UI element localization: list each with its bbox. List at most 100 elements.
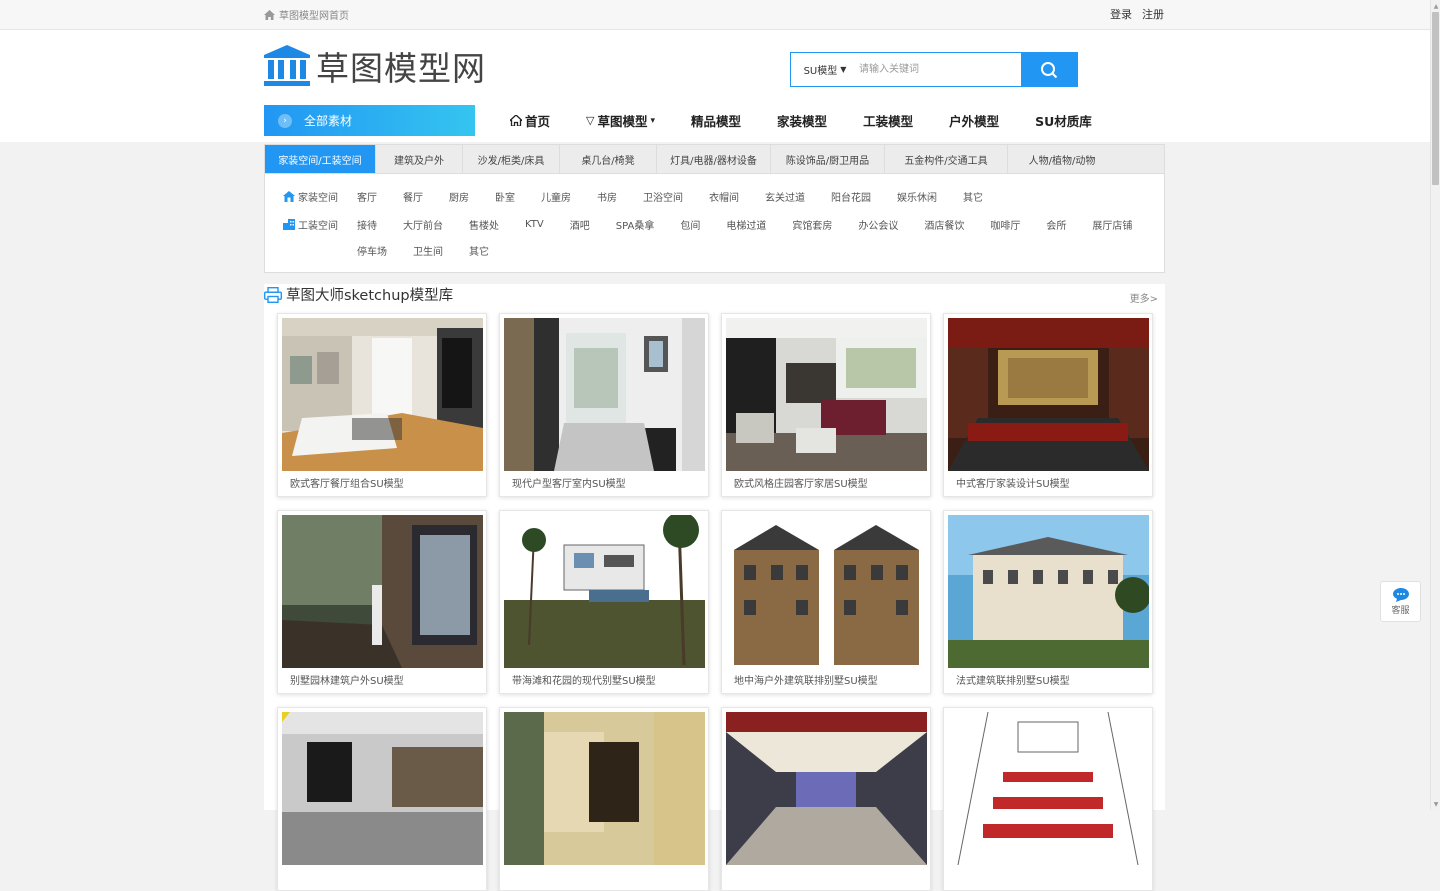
nav-home-decor-models[interactable]: 家装模型 — [777, 111, 827, 130]
site-logo[interactable]: 草图模型网 — [264, 42, 486, 90]
search-input[interactable] — [859, 53, 1021, 86]
model-title: 带海滩和花园的现代别墅SU模型 — [512, 676, 656, 687]
subcat-link[interactable]: 酒店餐饮 — [924, 217, 964, 232]
subcat-link[interactable]: 卫生间 — [413, 243, 443, 258]
work-space-head[interactable]: 工装空间 — [283, 217, 357, 232]
subcat-link[interactable]: 会所 — [1046, 217, 1066, 232]
tab-architecture-outdoor[interactable]: 建筑及户外 — [376, 145, 463, 173]
subcat-link[interactable]: 包间 — [680, 217, 700, 232]
subcat-link[interactable]: 儿童房 — [541, 189, 571, 204]
subcat-link[interactable]: 书房 — [597, 189, 617, 204]
tab-table-chair[interactable]: 桌几台/椅凳 — [560, 145, 657, 173]
subcat-link[interactable]: 停车场 — [357, 243, 387, 258]
work-space-row: 工装空间 接待 大厅前台 售楼处 KTV 酒吧 SPA桑拿 包间 电梯过道 宾馆… — [283, 217, 1158, 232]
subcat-link[interactable]: 餐厅 — [403, 189, 423, 204]
model-title: 现代户型客厅室内SU模型 — [512, 479, 626, 490]
diamond-icon: ▽ — [586, 114, 595, 127]
model-thumbnail — [726, 318, 927, 471]
model-card[interactable] — [277, 707, 487, 891]
subcat-link[interactable]: 接待 — [357, 217, 377, 232]
model-card[interactable]: 欧式风格庄园客厅家居SU模型 — [721, 313, 931, 497]
more-link[interactable]: 更多> — [1130, 290, 1158, 305]
subcat-link[interactable]: 衣帽间 — [709, 189, 739, 204]
subcat-link[interactable]: 其它 — [469, 243, 489, 258]
model-card[interactable] — [721, 707, 931, 891]
model-card[interactable]: 现代户型客厅室内SU模型 — [499, 313, 709, 497]
subcat-link[interactable]: 娱乐休闲 — [897, 189, 937, 204]
search-button[interactable] — [1021, 53, 1077, 86]
subcat-link[interactable]: 电梯过道 — [726, 217, 766, 232]
top-bar: 草图模型网首页 登录 注册 — [0, 0, 1430, 30]
model-thumbnail — [504, 712, 705, 865]
subcat-link[interactable]: 宾馆套房 — [792, 217, 832, 232]
subcat-link[interactable]: KTV — [525, 219, 544, 230]
subcat-link[interactable]: 卫浴空间 — [643, 189, 683, 204]
bank-icon — [264, 45, 310, 86]
scroll-thumb[interactable] — [1432, 12, 1439, 185]
subcat-link[interactable]: 办公会议 — [858, 217, 898, 232]
model-card[interactable] — [943, 707, 1153, 891]
subcat-link[interactable]: 售楼处 — [469, 217, 499, 232]
all-materials-button[interactable]: › 全部素材 — [264, 105, 475, 136]
subcat-link[interactable]: SPA桑拿 — [616, 217, 655, 232]
nav-sketch-models[interactable]: ▽ 草图模型 ▾ — [586, 111, 655, 130]
model-thumbnail — [726, 515, 927, 668]
subcat-link[interactable]: 玄关过道 — [765, 189, 805, 204]
subcat-link[interactable]: 卧室 — [495, 189, 515, 204]
nav-commercial-models[interactable]: 工装模型 — [863, 111, 913, 130]
chevron-right-icon: › — [278, 113, 292, 128]
work-space-label: 工装空间 — [298, 221, 338, 232]
scroll-down-icon[interactable]: ▼ — [1432, 799, 1440, 809]
model-thumbnail — [504, 318, 705, 471]
tab-sofa-cabinet-bed[interactable]: 沙发/柜类/床具 — [463, 145, 560, 173]
home-icon — [510, 115, 522, 126]
subcat-link[interactable]: 展厅店铺 — [1092, 217, 1132, 232]
tab-interior-commercial[interactable]: 家装空间/工装空间 — [265, 145, 376, 173]
tab-decor-kitchen-bath[interactable]: 陈设饰品/厨卫用品 — [771, 145, 885, 173]
page-scrollbar[interactable]: ▲ ▼ — [1430, 0, 1440, 810]
tab-lights-appliances[interactable]: 灯具/电器/器材设备 — [657, 145, 771, 173]
header: 草图模型网 SU模型 ▼ › 全部素材 首页 ▽ 草图模型 ▾ 精品模型 家装模… — [0, 30, 1430, 142]
register-link[interactable]: 注册 — [1142, 6, 1164, 22]
model-card[interactable]: 别墅园林建筑户外SU模型 — [277, 510, 487, 694]
model-title: 地中海户外建筑联排别墅SU模型 — [734, 676, 878, 687]
model-thumbnail — [726, 712, 927, 865]
model-title: 欧式风格庄园客厅家居SU模型 — [734, 479, 868, 490]
tab-hardware-vehicles[interactable]: 五金构件/交通工具 — [885, 145, 1008, 173]
customer-service-label: 客服 — [1391, 605, 1410, 616]
model-title: 法式建筑联排别墅SU模型 — [956, 676, 1070, 687]
model-card[interactable]: 中式客厅家装设计SU模型 — [943, 313, 1153, 497]
subcat-link[interactable]: 大厅前台 — [403, 217, 443, 232]
model-card[interactable]: 带海滩和花园的现代别墅SU模型 — [499, 510, 709, 694]
model-card[interactable]: 地中海户外建筑联排别墅SU模型 — [721, 510, 931, 694]
model-title: 中式客厅家装设计SU模型 — [956, 479, 1070, 490]
model-thumbnail — [282, 515, 483, 668]
tab-people-plants-animals[interactable]: 人物/植物/动物 — [1008, 145, 1116, 173]
scroll-up-icon[interactable]: ▲ — [1432, 1, 1440, 11]
nav-premium-models[interactable]: 精品模型 — [691, 111, 741, 130]
subcat-link[interactable]: 酒吧 — [570, 217, 590, 232]
section-title-text: 草图大师sketchup模型库 — [286, 288, 454, 304]
section-title: 草图大师sketchup模型库 — [264, 284, 453, 305]
nav-home-label: 首页 — [525, 114, 551, 129]
model-card[interactable]: 欧式客厅餐厅组合SU模型 — [277, 313, 487, 497]
work-space-row-2: 停车场 卫生间 其它 — [357, 243, 515, 258]
subcat-link[interactable]: 客厅 — [357, 189, 377, 204]
customer-service-button[interactable]: 客服 — [1380, 581, 1421, 622]
model-card[interactable]: 法式建筑联排别墅SU模型 — [943, 510, 1153, 694]
subcat-link[interactable]: 咖啡厅 — [990, 217, 1020, 232]
subcat-link[interactable]: 其它 — [963, 189, 983, 204]
search-type-value: SU模型 — [803, 66, 838, 77]
nav-home[interactable]: 首页 — [510, 111, 550, 130]
login-link[interactable]: 登录 — [1110, 6, 1132, 22]
nav-su-materials[interactable]: SU材质库 — [1035, 111, 1092, 130]
subcat-link[interactable]: 厨房 — [449, 189, 469, 204]
home-space-head[interactable]: 家装空间 — [283, 189, 357, 204]
search-type-select[interactable]: SU模型 ▼ — [791, 53, 859, 86]
model-thumbnail — [948, 712, 1149, 865]
subcat-link[interactable]: 阳台花园 — [831, 189, 871, 204]
home-link[interactable]: 草图模型网首页 — [264, 7, 349, 22]
model-thumbnail — [948, 318, 1149, 471]
nav-outdoor-models[interactable]: 户外模型 — [949, 111, 999, 130]
model-card[interactable] — [499, 707, 709, 891]
